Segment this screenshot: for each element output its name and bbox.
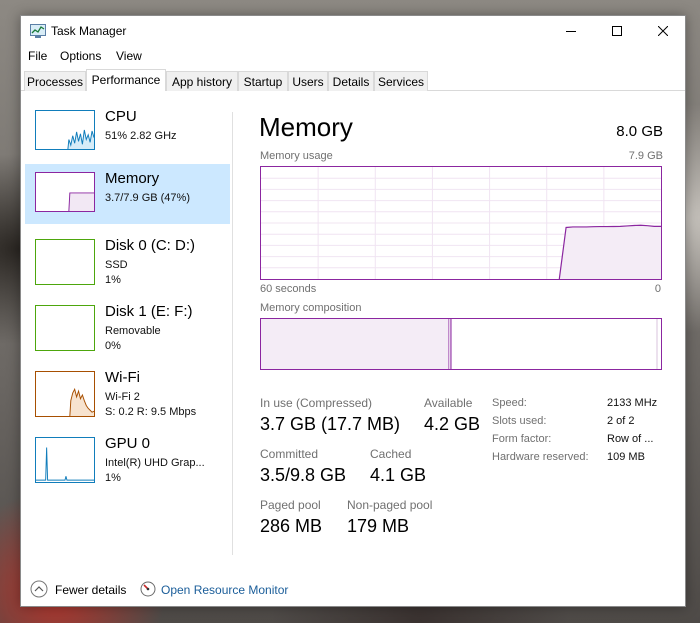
disk1-thumbnail-graph	[35, 305, 95, 351]
tab-processes[interactable]: Processes	[24, 71, 86, 91]
close-icon	[658, 26, 668, 36]
sidebar-disk0-type: SSD	[105, 259, 128, 271]
sidebar-gpu-title: GPU 0	[105, 435, 151, 452]
title-bar[interactable]: Task Manager	[21, 16, 685, 46]
slots-used-value: 2 of 2	[607, 415, 635, 427]
memory-thumbnail-graph	[35, 172, 95, 212]
tab-bar: Processes Performance App history Startu…	[21, 69, 685, 91]
form-factor-value: Row of ...	[607, 433, 654, 445]
tab-performance[interactable]: Performance	[86, 69, 166, 91]
memory-composition-label: Memory composition	[260, 302, 362, 314]
memory-composition-bar	[260, 318, 662, 370]
resource-sidebar: CPU 51% 2.82 GHz Memory 3.7/7.9 GB (47%)…	[25, 102, 233, 572]
sidebar-memory-title: Memory	[105, 170, 160, 187]
non-paged-pool-value: 179 MB	[347, 516, 410, 536]
cpu-thumbnail-graph	[35, 110, 95, 150]
total-memory: 8.0 GB	[616, 123, 663, 140]
menu-view[interactable]: View	[116, 49, 142, 63]
page-title: Memory	[259, 112, 353, 142]
in-use-label: In use (Compressed)	[260, 396, 373, 410]
paged-pool-value: 286 MB	[260, 516, 323, 536]
sidebar-cpu-title: CPU	[105, 108, 137, 125]
sidebar-divider	[232, 112, 233, 555]
speed-value: 2133 MHz	[607, 397, 658, 409]
sidebar-cpu-usage: 51% 2.82 GHz	[105, 130, 177, 142]
fewer-details-button[interactable]: Fewer details	[55, 583, 126, 597]
minimize-button[interactable]	[548, 16, 594, 46]
tab-users[interactable]: Users	[288, 71, 328, 91]
chevron-up-circle-icon[interactable]	[30, 580, 48, 598]
cached-value: 4.1 GB	[370, 465, 427, 485]
tab-details[interactable]: Details	[328, 71, 374, 91]
hardware-reserved-label: Hardware reserved:	[492, 451, 589, 463]
memory-usage-label: Memory usage	[260, 150, 333, 162]
time-zero-label: 0	[654, 283, 661, 295]
non-paged-pool-label: Non-paged pool	[347, 498, 433, 512]
sidebar-item-cpu[interactable]: CPU 51% 2.82 GHz	[25, 102, 230, 162]
maximize-button[interactable]	[594, 16, 640, 46]
sidebar-disk0-usage: 1%	[105, 274, 121, 286]
sidebar-gpu-usage: 1%	[105, 472, 121, 484]
resource-monitor-icon	[140, 581, 156, 597]
maximize-icon	[612, 26, 622, 36]
memory-detail-panel: Memory 8.0 GB Memory usage 7.9 GB 60 sec…	[259, 102, 663, 572]
sidebar-item-disk-0[interactable]: Disk 0 (C: D:) SSD 1%	[25, 231, 230, 291]
memory-usage-graph	[260, 166, 662, 280]
task-manager-icon	[30, 24, 46, 38]
close-button[interactable]	[640, 16, 686, 46]
sidebar-disk1-title: Disk 1 (E: F:)	[105, 303, 193, 320]
sidebar-gpu-model: Intel(R) UHD Grap...	[105, 457, 205, 469]
time-span-label: 60 seconds	[260, 283, 317, 295]
hardware-reserved-value: 109 MB	[607, 451, 645, 463]
minimize-icon	[566, 31, 576, 32]
tab-startup[interactable]: Startup	[238, 71, 288, 91]
menu-options[interactable]: Options	[60, 49, 101, 63]
gpu-thumbnail-graph	[35, 437, 95, 483]
sidebar-disk1-type: Removable	[105, 325, 161, 337]
footer-bar: Fewer details Open Resource Monitor	[21, 572, 685, 606]
menu-bar: File Options View	[21, 46, 685, 66]
sidebar-wifi-adapter: Wi-Fi 2	[105, 391, 140, 403]
committed-label: Committed	[260, 447, 319, 461]
usage-area	[559, 225, 661, 279]
cached-label: Cached	[370, 447, 412, 461]
memory-usage-max: 7.9 GB	[628, 150, 663, 162]
committed-value: 3.5/9.8 GB	[260, 465, 347, 485]
sidebar-disk1-usage: 0%	[105, 340, 121, 352]
task-manager-window: Task Manager File Options View Processes…	[20, 15, 686, 607]
sidebar-item-disk-1[interactable]: Disk 1 (E: F:) Removable 0%	[25, 297, 230, 357]
in-use-value: 3.7 GB (17.7 MB)	[260, 414, 401, 434]
sidebar-item-memory[interactable]: Memory 3.7/7.9 GB (47%)	[25, 164, 230, 224]
paged-pool-label: Paged pool	[260, 498, 321, 512]
disk0-thumbnail-graph	[35, 239, 95, 285]
sidebar-wifi-title: Wi-Fi	[105, 369, 140, 386]
speed-label: Speed:	[492, 397, 527, 409]
open-resource-monitor-link[interactable]: Open Resource Monitor	[161, 583, 288, 597]
sidebar-memory-usage: 3.7/7.9 GB (47%)	[105, 192, 190, 204]
form-factor-label: Form factor:	[492, 433, 552, 445]
sidebar-wifi-throughput: S: 0.2 R: 9.5 Mbps	[105, 406, 197, 418]
tab-app-history[interactable]: App history	[166, 71, 238, 91]
menu-file[interactable]: File	[28, 49, 47, 63]
wifi-thumbnail-graph	[35, 371, 95, 417]
window-title: Task Manager	[51, 24, 127, 38]
sidebar-item-gpu[interactable]: GPU 0 Intel(R) UHD Grap... 1%	[25, 429, 230, 489]
sidebar-item-wifi[interactable]: Wi-Fi Wi-Fi 2 S: 0.2 R: 9.5 Mbps	[25, 363, 230, 423]
composition-in-use	[261, 319, 449, 369]
available-value: 4.2 GB	[424, 414, 481, 434]
tab-services[interactable]: Services	[374, 71, 428, 91]
available-label: Available	[424, 396, 473, 410]
slots-used-label: Slots used:	[492, 415, 547, 427]
sidebar-disk0-title: Disk 0 (C: D:)	[105, 237, 195, 254]
